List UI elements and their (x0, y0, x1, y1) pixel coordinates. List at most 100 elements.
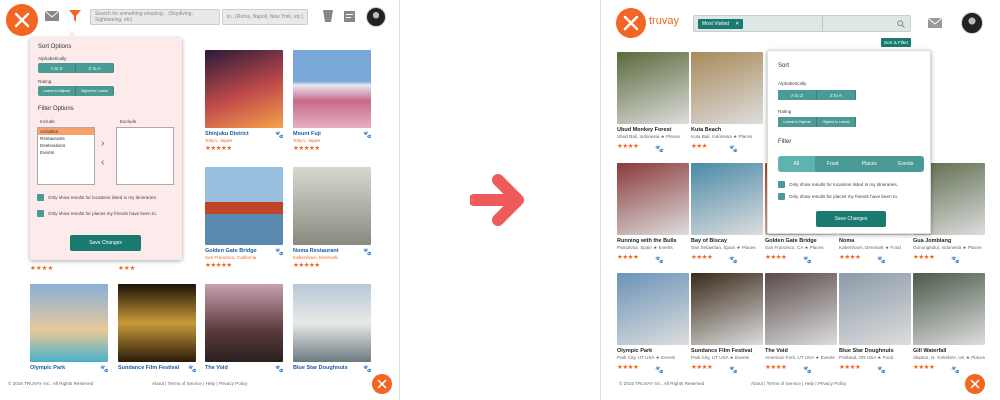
paw-icon[interactable]: 🐾 (729, 257, 738, 265)
search-icon[interactable] (897, 20, 905, 28)
mail-icon[interactable] (45, 10, 59, 22)
paw-icon[interactable]: 🐾 (729, 146, 738, 154)
paw-icon[interactable]: 🐾 (275, 249, 284, 257)
result-card[interactable]: Ubud Monkey Forest Ubud Bali, Indonesia ★… (617, 52, 689, 153)
segment-food[interactable]: Food (815, 156, 852, 172)
result-card[interactable]: Kuta Beach Kuta Bali, Indonesia ★ Places ★… (691, 52, 763, 153)
a-to-z-button[interactable]: A to Z (38, 63, 76, 73)
a-to-z-button[interactable]: A to Z (778, 90, 817, 100)
note-icon[interactable] (343, 10, 355, 22)
include-list[interactable]: Activities Restaurants Destinations Even… (37, 127, 95, 185)
card-title[interactable]: Gill Waterfall (913, 348, 985, 354)
result-card[interactable]: Blue Star Doughnuts Portland, OR USA ★ Fo… (839, 273, 911, 374)
paw-icon[interactable]: 🐾 (655, 257, 664, 265)
card-title[interactable]: Shinjuku District (205, 131, 283, 137)
checkbox-box[interactable] (37, 210, 44, 217)
search-tag[interactable]: Most Visited ✕ (698, 18, 744, 29)
card-title[interactable]: Ubud Monkey Forest (617, 127, 689, 133)
result-card[interactable]: Shinjuku District Tokyo, Japan ★★★★★ 🐾 (205, 50, 284, 152)
card-title[interactable]: The Void (765, 348, 837, 354)
paw-icon[interactable]: 🐾 (363, 366, 372, 374)
truvay-logo[interactable] (6, 4, 38, 36)
segment-all[interactable]: All (778, 156, 815, 172)
checkbox-box[interactable] (778, 193, 785, 200)
result-card[interactable]: Mount Fuji Tokyo, Japan ★★★★★ 🐾 (293, 50, 372, 152)
card-title[interactable]: The Void (205, 365, 283, 371)
result-card[interactable]: Gill Waterfall Skipton, N. Yorkshire, UK … (913, 273, 985, 374)
move-right-icon[interactable]: › (101, 138, 104, 149)
avatar[interactable] (366, 7, 386, 27)
paw-icon[interactable]: 🐾 (188, 366, 197, 374)
footer-links[interactable]: About | Terms of Service | Help | Privac… (152, 381, 247, 386)
card-title[interactable]: Mount Fuji (293, 131, 371, 137)
checkbox-box[interactable] (37, 194, 44, 201)
segment-events[interactable]: Events (888, 156, 925, 172)
result-card[interactable]: Noma Restaurant København, Denmark ★★★★★… (293, 167, 372, 269)
list-item[interactable]: Restaurants (38, 135, 94, 142)
paw-icon[interactable]: 🐾 (877, 367, 886, 375)
result-card[interactable]: Sundance Film Festival Park City, UT USA … (691, 273, 763, 374)
friends-checkbox[interactable]: Only show results for places my friends … (37, 210, 157, 217)
result-card[interactable]: Blue Star Doughnuts 🐾 (293, 284, 372, 374)
itinerary-checkbox[interactable]: Only show results for locations listed i… (37, 194, 157, 201)
list-item[interactable]: Events (38, 149, 94, 156)
paw-icon[interactable]: 🐾 (655, 367, 664, 375)
avatar[interactable] (961, 12, 983, 34)
card-title[interactable]: Gua Jomblang (913, 238, 985, 244)
card-title[interactable]: Golden Gate Bridge (205, 248, 283, 254)
z-to-a-button[interactable]: Z to A (817, 90, 856, 100)
result-card[interactable]: Golden Gate Bridge San Francisco, Califo… (205, 167, 284, 269)
card-title[interactable]: Sundance Film Festival (118, 365, 196, 371)
card-title[interactable]: Noma (839, 238, 911, 244)
card-title[interactable]: Bay of Biscay (691, 238, 763, 244)
lowest-first-button[interactable]: Lowest to Highest (778, 117, 817, 127)
checkbox-box[interactable] (778, 181, 785, 188)
mail-icon[interactable] (928, 17, 942, 29)
cup-icon[interactable] (322, 10, 334, 22)
result-card[interactable]: The Void American Fork, UT USA ★ Events ★★… (765, 273, 837, 374)
remove-tag-icon[interactable]: ✕ (735, 21, 739, 27)
paw-icon[interactable]: 🐾 (655, 146, 664, 154)
search-input[interactable]: Search for something amazing... (Skydivi… (90, 9, 220, 25)
paw-icon[interactable]: 🐾 (275, 132, 284, 140)
segment-places[interactable]: Places (851, 156, 888, 172)
card-title[interactable]: Kuta Beach (691, 127, 763, 133)
exclude-list[interactable] (116, 127, 174, 185)
paw-icon[interactable]: 🐾 (363, 249, 372, 257)
save-changes-button[interactable]: Save Changes (816, 211, 886, 227)
paw-icon[interactable]: 🐾 (363, 132, 372, 140)
highest-first-button[interactable]: Highest to Lowest (76, 86, 114, 96)
result-card[interactable]: The Void 🐾 (205, 284, 284, 373)
result-card[interactable]: Olympic Park 🐾 (30, 284, 109, 374)
lowest-first-button[interactable]: Lowest to Highest (38, 86, 76, 96)
card-title[interactable]: Golden Gate Bridge (765, 238, 837, 244)
card-title[interactable]: Sundance Film Festival (691, 348, 763, 354)
move-left-icon[interactable]: ‹ (101, 157, 104, 168)
highest-first-button[interactable]: Highest to Lowest (817, 117, 856, 127)
paw-icon[interactable]: 🐾 (951, 257, 960, 265)
paw-icon[interactable]: 🐾 (729, 367, 738, 375)
location-input[interactable]: in...(Roma, Napoli, New York, etc.) (222, 9, 308, 25)
truvay-logo[interactable] (616, 8, 646, 38)
search-input[interactable]: Most Visited ✕ (693, 15, 911, 32)
paw-icon[interactable]: 🐾 (877, 257, 886, 265)
save-changes-button[interactable]: Save Changes (70, 235, 141, 251)
floating-logo-button[interactable] (372, 374, 392, 394)
paw-icon[interactable]: 🐾 (951, 367, 960, 375)
friends-checkbox[interactable]: Only show results for places my friends … (778, 193, 898, 200)
result-card[interactable]: Running with the Bulls Pamplona, Spain ★ … (617, 163, 689, 264)
card-title[interactable]: Noma Restaurant (293, 248, 371, 254)
list-item[interactable]: Activities (38, 128, 94, 135)
paw-icon[interactable]: 🐾 (100, 366, 109, 374)
paw-icon[interactable]: 🐾 (803, 367, 812, 375)
floating-logo-button[interactable] (965, 374, 985, 394)
result-card[interactable]: Olympic Park Park City, UT USA ★ Events ★★… (617, 273, 689, 374)
z-to-a-button[interactable]: Z to A (76, 63, 114, 73)
result-card[interactable]: Sundance Film Festival 🐾 (118, 284, 197, 374)
filter-icon[interactable] (68, 10, 82, 22)
card-title[interactable]: Olympic Park (30, 365, 108, 371)
result-card[interactable]: Bay of Biscay San Sebastian, Spain ★ Plac… (691, 163, 763, 264)
card-title[interactable]: Olympic Park (617, 348, 689, 354)
itinerary-checkbox[interactable]: Only show results for locations listed i… (778, 181, 898, 188)
card-title[interactable]: Blue Star Doughnuts (839, 348, 911, 354)
